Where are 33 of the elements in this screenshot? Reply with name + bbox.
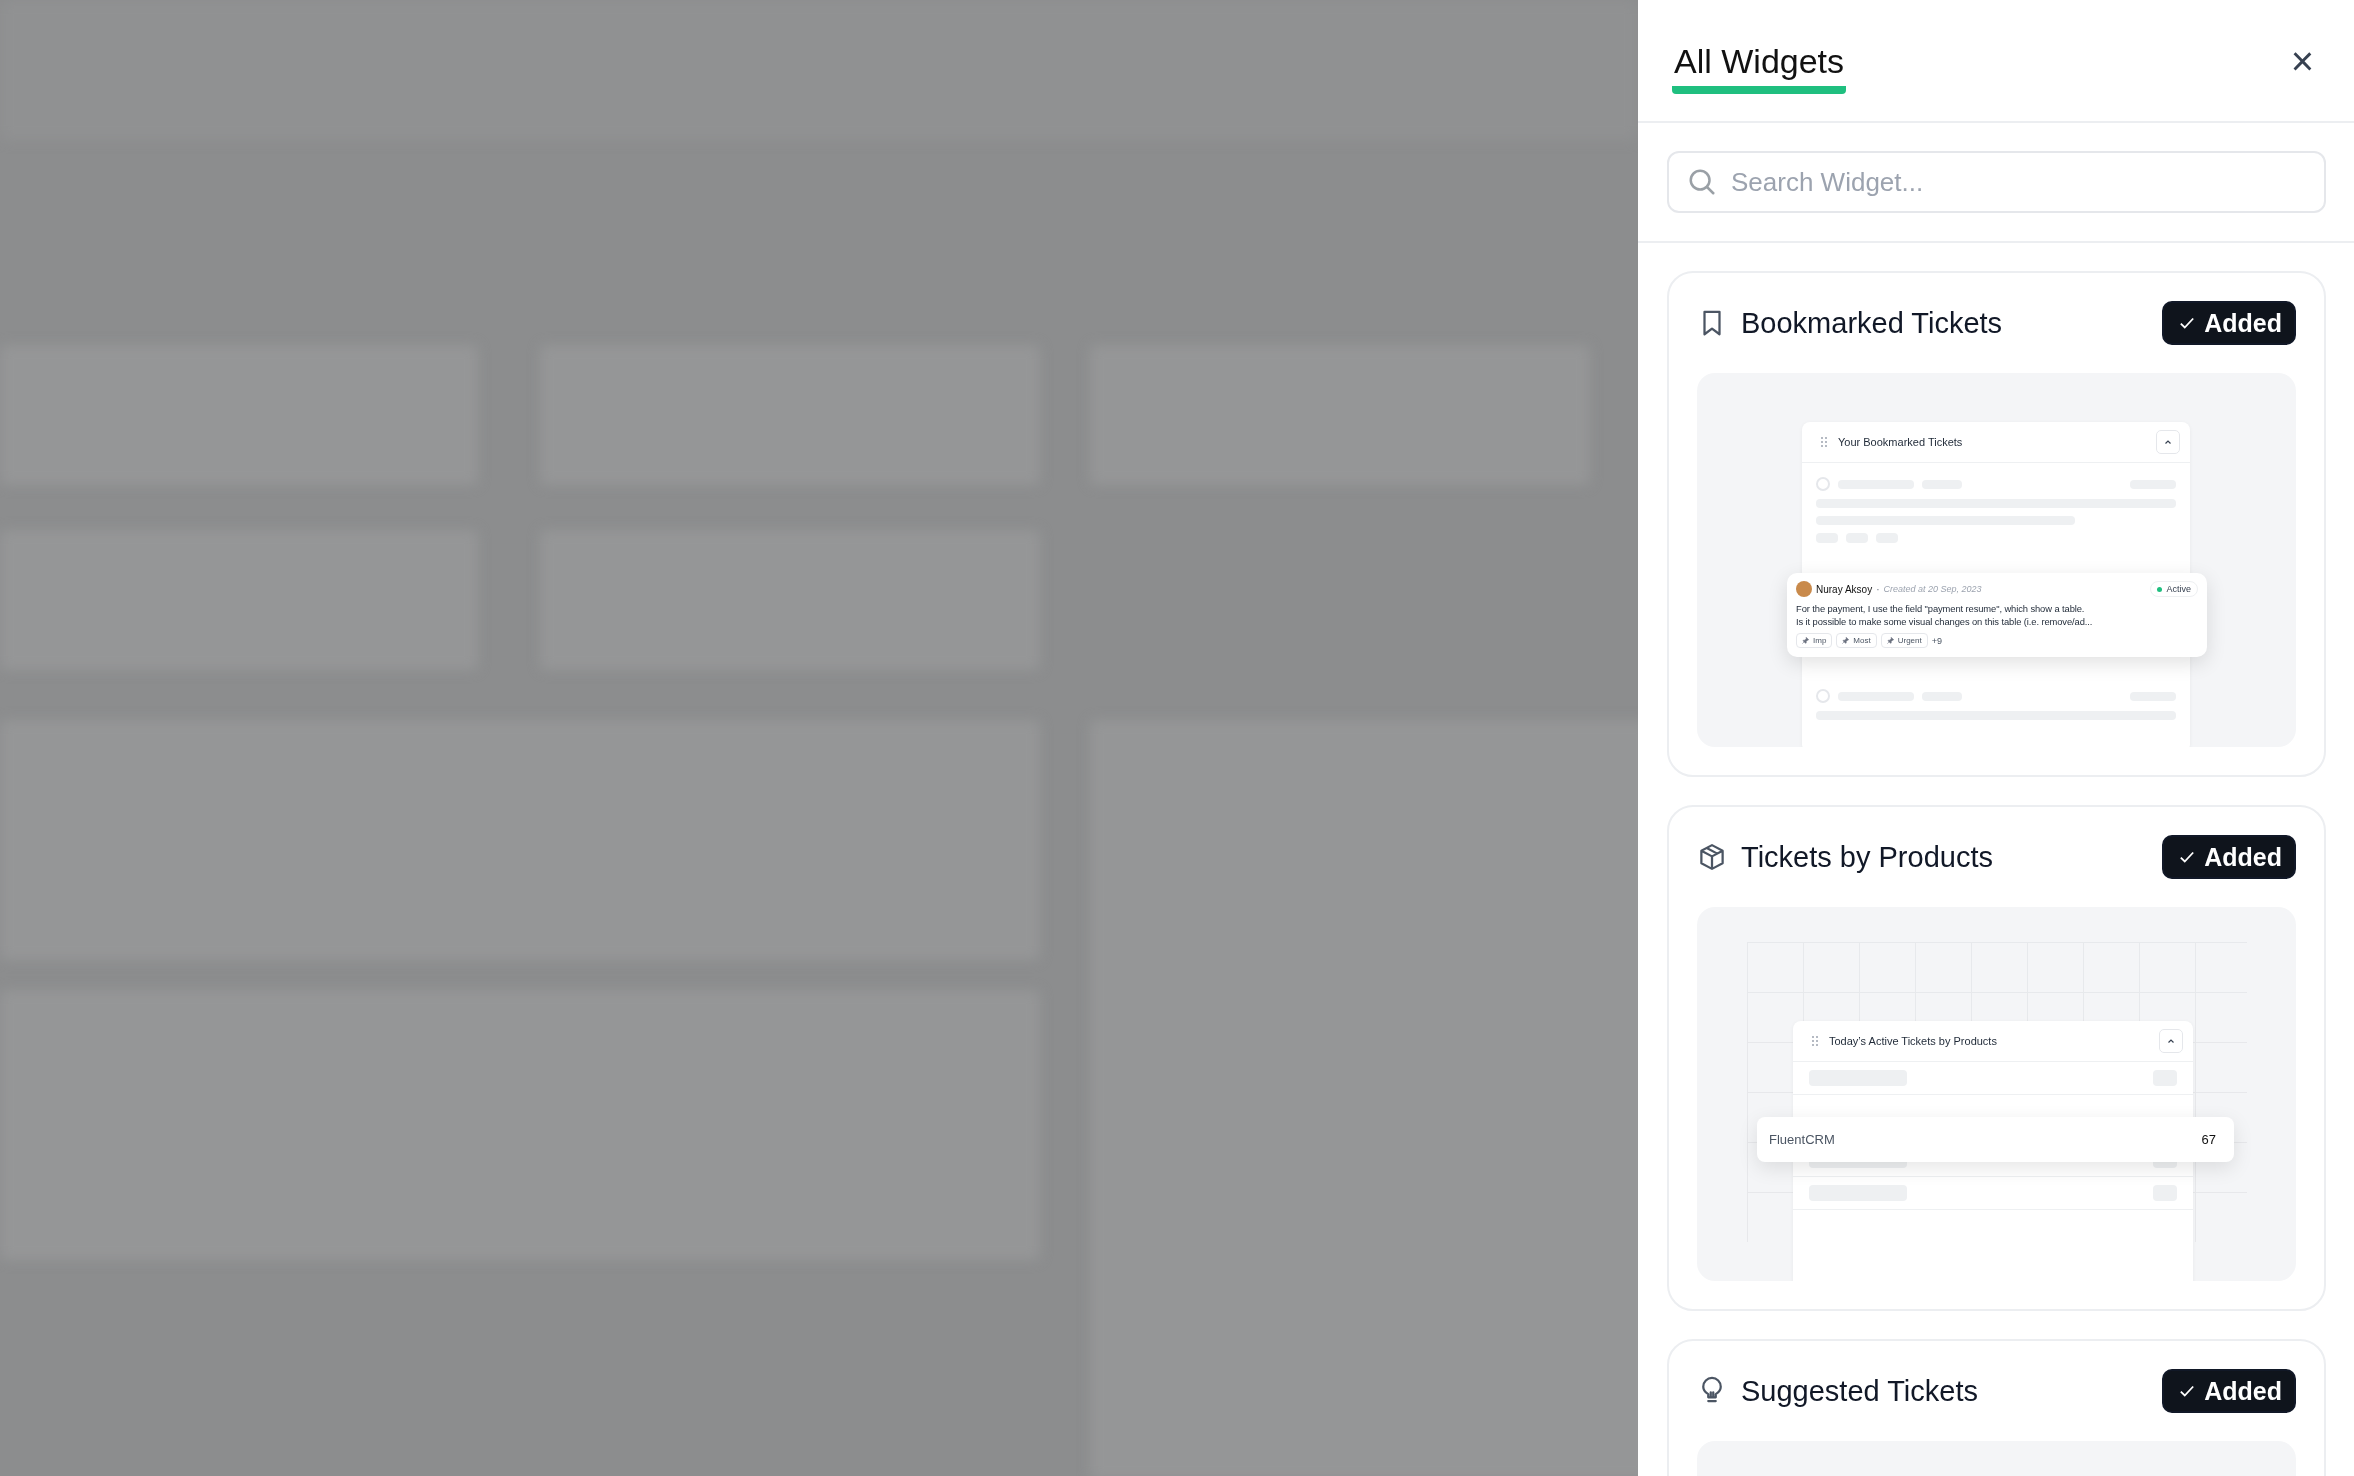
widget-name: Tickets by Products (1741, 840, 1994, 874)
drag-handle-icon (1820, 436, 1828, 448)
widget-title: Today’s Active Tickets by Products (1829, 1035, 1998, 1047)
collapse-button[interactable] (2159, 1029, 2183, 1053)
widget-title: Your Bookmarked Tickets (1838, 436, 1964, 448)
pin-icon (1802, 637, 1809, 644)
tag-chip: Imp (1796, 633, 1833, 648)
more-tags-count: +9 (1931, 635, 1942, 646)
added-button[interactable]: Added (2162, 301, 2296, 345)
ticket-text: For the payment, I use the field "payment resume", which show a table. (1796, 603, 2086, 614)
product-name: FluentCRM (1769, 1132, 1835, 1147)
avatar-placeholder (1816, 477, 1830, 491)
widget-name: Bookmarked Tickets (1741, 306, 2004, 340)
separator-dot: · (1876, 583, 1880, 595)
collapse-button[interactable] (2156, 430, 2180, 454)
product-count: 67 (2201, 1132, 2216, 1147)
widget-name: Suggested Tickets (1741, 1374, 1979, 1408)
close-button[interactable]: × (2286, 40, 2318, 81)
added-button[interactable]: Added (2162, 1369, 2296, 1413)
cube-icon (1697, 842, 1727, 872)
tag-chip: Urgent (1880, 633, 1928, 648)
search-field[interactable]: Search Widget... (1667, 151, 2326, 213)
pin-icon (1842, 637, 1850, 644)
ticket-date: Created at 20 Sep, 2023 (1883, 584, 1982, 594)
added-button[interactable]: Added (2162, 835, 2296, 879)
avatar-placeholder (1816, 689, 1830, 703)
tag-chip: Most (1836, 633, 1877, 648)
drag-handle-icon (1811, 1035, 1819, 1047)
pin-icon (1886, 637, 1894, 644)
ticket-text: Is it possible to make some visual changes on this table (i.e. remove/ad... (1796, 616, 2094, 627)
drawer-title: All Widgets (1672, 41, 1847, 94)
ticket-author: Nuray Aksoy (1816, 583, 1873, 595)
avatar (1796, 581, 1812, 597)
